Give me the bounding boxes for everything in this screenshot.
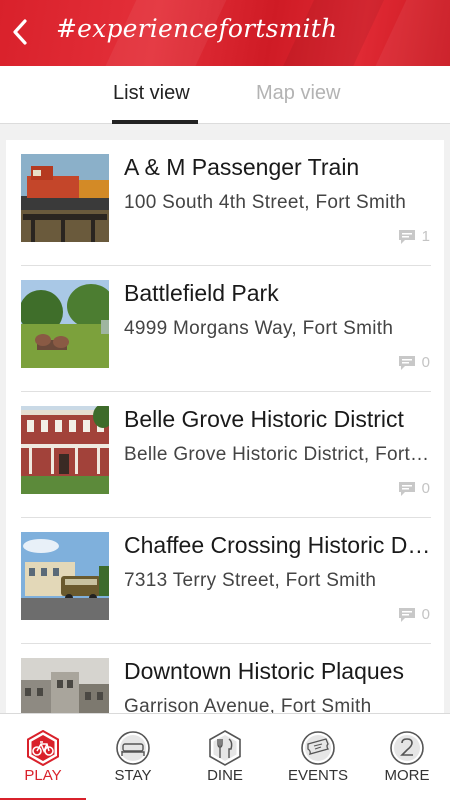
nav-dine[interactable]: DINE: [182, 714, 268, 800]
comment-icon: [398, 481, 415, 496]
bottom-nav: PLAY STAY DINE EVENTS MORE: [0, 713, 450, 800]
nav-label: EVENTS: [287, 767, 348, 784]
list-item[interactable]: Chaffee Crossing Historic District 7313 …: [6, 518, 444, 644]
place-title: Battlefield Park: [124, 280, 279, 306]
place-address: 7313 Terry Street, Fort Smith: [124, 570, 377, 591]
active-tab-indicator: [112, 120, 198, 124]
comment-icon: [398, 355, 415, 370]
bed-icon: [116, 731, 150, 765]
comment-count-value: 0: [421, 480, 430, 497]
place-title: Belle Grove Historic District: [124, 406, 404, 432]
ticket-icon: [301, 731, 335, 765]
comment-icon: [398, 229, 415, 244]
page-title: #experiencefortsmith: [56, 14, 338, 43]
nav-stay[interactable]: STAY: [90, 714, 176, 800]
list-item[interactable]: Belle Grove Historic District Belle Grov…: [6, 392, 444, 518]
nav-label: MORE: [384, 767, 430, 784]
fork-knife-icon: [209, 730, 241, 766]
place-title: Chaffee Crossing Historic District: [124, 532, 432, 558]
comment-count[interactable]: 0: [398, 354, 430, 371]
ellipsis-icon: [390, 731, 424, 765]
nav-label: STAY: [114, 767, 152, 784]
place-address: 100 South 4th Street, Fort Smith: [124, 192, 407, 213]
tab-list-view[interactable]: List view: [113, 82, 190, 105]
comment-icon: [398, 607, 415, 622]
place-thumbnail: [21, 658, 109, 720]
comment-count[interactable]: 1: [398, 228, 430, 245]
app-header: #experiencefortsmith: [0, 0, 450, 66]
nav-more[interactable]: MORE: [364, 714, 450, 800]
comment-count[interactable]: 0: [398, 480, 430, 497]
comment-count-value: 0: [421, 606, 430, 623]
places-list[interactable]: A & M Passenger Train 100 South 4th Stre…: [6, 140, 444, 720]
bicycle-icon: [27, 730, 59, 766]
comment-count-value: 1: [421, 228, 430, 245]
back-button[interactable]: [0, 8, 40, 56]
place-thumbnail: [21, 280, 109, 368]
nav-play[interactable]: PLAY: [0, 714, 86, 800]
place-address: Belle Grove Historic District, Fort Smit…: [124, 444, 432, 465]
chevron-left-icon: [13, 19, 27, 45]
tab-map-view[interactable]: Map view: [256, 82, 340, 105]
nav-label: DINE: [207, 767, 243, 784]
place-thumbnail: [21, 532, 109, 620]
list-item[interactable]: Battlefield Park 4999 Morgans Way, Fort …: [6, 266, 444, 392]
nav-label: PLAY: [24, 767, 62, 784]
place-title: A & M Passenger Train: [124, 154, 360, 180]
place-thumbnail: [21, 154, 109, 242]
place-thumbnail: [21, 406, 109, 494]
list-item[interactable]: Downtown Historic Plaques Garrison Avenu…: [6, 644, 444, 720]
place-address: 4999 Morgans Way, Fort Smith: [124, 318, 394, 339]
comment-count[interactable]: 0: [398, 606, 430, 623]
comment-count-value: 0: [421, 354, 430, 371]
place-title: Downtown Historic Plaques: [124, 658, 404, 684]
list-item[interactable]: A & M Passenger Train 100 South 4th Stre…: [6, 140, 444, 266]
view-tabs: List view Map view: [0, 66, 450, 124]
nav-events[interactable]: EVENTS: [275, 714, 361, 800]
